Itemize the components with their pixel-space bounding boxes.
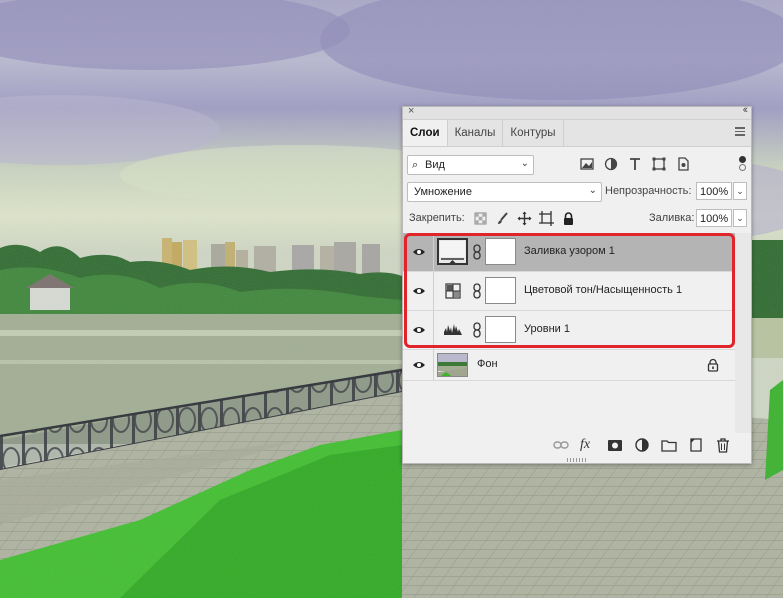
lock-image-pixels-icon[interactable]	[495, 211, 510, 226]
fill-input[interactable]: 100%	[696, 209, 732, 227]
layer-mask-thumbnail[interactable]	[485, 238, 516, 265]
panel-tabs: Слои Каналы Контуры	[403, 120, 751, 147]
filter-kind-select[interactable]: ⌕ Вид ⌄	[407, 155, 534, 175]
background-layer-thumbnail	[437, 353, 468, 377]
new-group-icon[interactable]	[661, 437, 677, 453]
layers-panel: × ‹‹ Слои Каналы Контуры ⌕ Вид ⌄ Умножен…	[402, 104, 752, 464]
lock-transparent-pixels-icon[interactable]	[473, 211, 488, 226]
layer-name[interactable]: Цветовой тон/Насыщенность 1	[524, 284, 682, 296]
smart-object-filter-icon[interactable]	[675, 156, 691, 172]
pixel-filter-icon[interactable]	[579, 156, 595, 172]
shape-filter-icon[interactable]	[651, 156, 667, 172]
lock-position-icon[interactable]	[517, 211, 532, 226]
opacity-label: Непрозрачность:	[605, 185, 692, 197]
search-icon: ⌕	[412, 159, 419, 171]
layer-name[interactable]: Заливка узором 1	[524, 245, 615, 257]
opacity-input[interactable]: 100%	[696, 182, 732, 200]
eye-icon[interactable]	[412, 358, 426, 372]
filter-toggle-switch[interactable]	[739, 155, 747, 173]
eye-icon[interactable]	[412, 284, 426, 298]
lock-label: Закрепить:	[409, 212, 465, 224]
hue-saturation-icon	[445, 283, 461, 302]
fill-dropdown-button[interactable]: ⌄	[733, 209, 747, 227]
chevron-down-icon: ⌄	[588, 185, 597, 196]
layer-row[interactable]: Уровни 1	[403, 311, 735, 350]
blend-mode-select[interactable]: Умножение ⌄	[407, 182, 602, 202]
lock-all-icon[interactable]	[561, 211, 576, 226]
fill-label: Заливка:	[649, 212, 695, 224]
link-icon[interactable]	[472, 244, 482, 260]
filter-kind-label: Вид	[425, 159, 445, 171]
layer-row[interactable]: Фон	[403, 350, 735, 381]
adjustment-filter-icon[interactable]	[603, 156, 619, 172]
type-filter-icon[interactable]	[627, 156, 643, 172]
lock-artboard-icon[interactable]	[539, 211, 554, 226]
fx-icon[interactable]: fx	[580, 437, 596, 453]
delete-layer-icon[interactable]	[715, 437, 731, 453]
pattern-fill-thumbnail	[437, 238, 468, 265]
new-adjustment-icon[interactable]	[634, 437, 650, 453]
new-layer-icon[interactable]	[688, 437, 704, 453]
panel-menu-icon[interactable]	[735, 127, 745, 138]
opacity-dropdown-button[interactable]: ⌄	[733, 182, 747, 200]
link-layers-icon[interactable]	[553, 437, 569, 453]
tab-channels[interactable]: Каналы	[448, 120, 504, 146]
lock-row: Закрепить: Заливка: 100% ⌄	[407, 209, 747, 229]
layer-filter-row: ⌕ Вид ⌄	[407, 155, 747, 175]
blend-mode-value: Умножение	[414, 186, 472, 198]
layer-mask-thumbnail[interactable]	[485, 277, 516, 304]
layer-mask-thumbnail[interactable]	[485, 316, 516, 343]
layer-row[interactable]: Цветовой тон/Насыщенность 1	[403, 272, 735, 311]
levels-histogram-icon	[443, 322, 463, 339]
panel-bottom-bar: fx	[403, 437, 751, 455]
layer-name[interactable]: Уровни 1	[524, 323, 570, 335]
layer-name[interactable]: Фон	[477, 358, 498, 370]
tab-layers[interactable]: Слои	[403, 120, 448, 146]
eye-icon[interactable]	[412, 323, 426, 337]
chevron-down-icon: ⌄	[520, 158, 529, 169]
panel-resize-grip[interactable]	[567, 458, 587, 462]
collapse-panel-button[interactable]: ‹‹	[743, 104, 749, 116]
link-icon[interactable]	[472, 322, 482, 338]
blend-row: Умножение ⌄ Непрозрачность: 100% ⌄	[407, 182, 747, 202]
close-panel-button[interactable]: ×	[408, 105, 414, 117]
tab-paths[interactable]: Контуры	[503, 120, 564, 146]
layers-scrollbar[interactable]	[735, 233, 751, 433]
panel-title-bar[interactable]: × ‹‹	[403, 104, 751, 120]
link-icon[interactable]	[472, 283, 482, 299]
lock-icon	[707, 358, 719, 375]
eye-icon[interactable]	[412, 245, 426, 259]
layer-row[interactable]: Заливка узором 1	[403, 233, 735, 272]
layers-list: Заливка узором 1 Цветовой тон/Насыщеннос…	[403, 233, 735, 433]
add-mask-icon[interactable]	[607, 437, 623, 453]
